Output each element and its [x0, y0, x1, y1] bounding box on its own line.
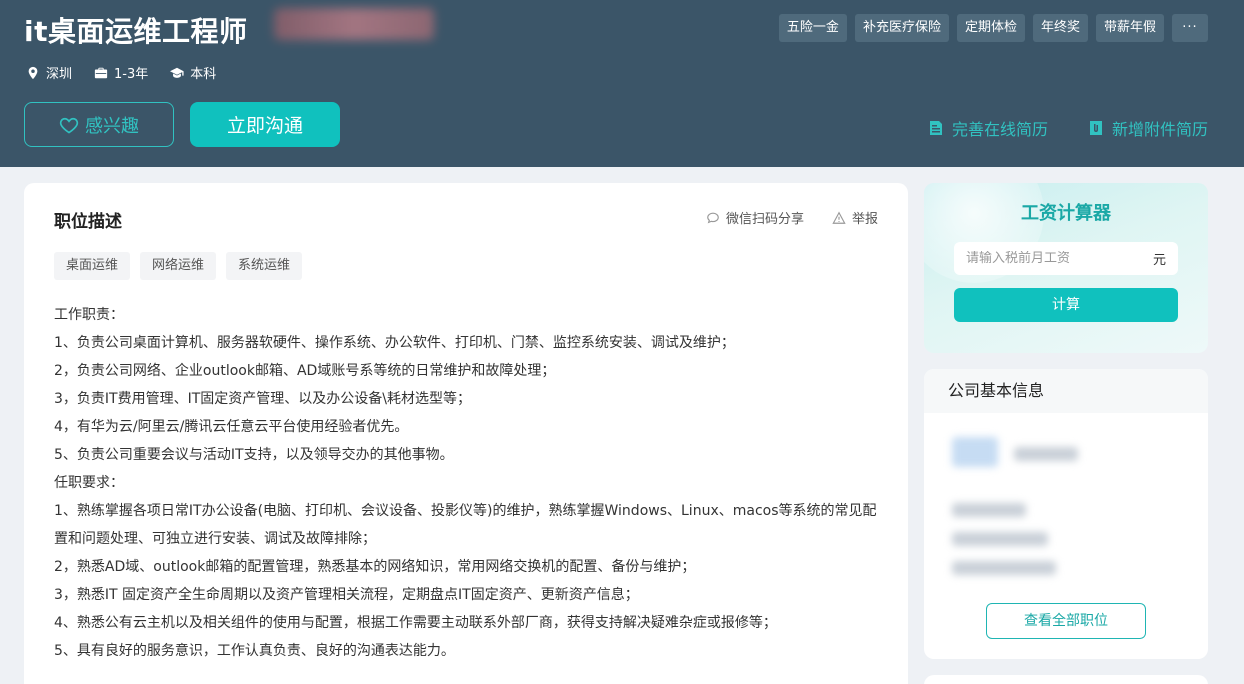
calculator-title: 工资计算器 — [1021, 203, 1111, 224]
chat-now-button[interactable]: 立即沟通 — [190, 102, 340, 147]
section-title: 职位描述 — [54, 212, 122, 232]
job-description-text: 工作职责： 1、负责公司桌面计算机、服务器软硬件、操作系统、办公软件、打印机、门… — [54, 301, 884, 665]
wechat-share-button[interactable]: 微信扫码分享 — [706, 208, 804, 227]
experience-text: 1-3年 — [114, 67, 149, 82]
complete-resume-link[interactable]: 完善在线简历 — [928, 116, 1048, 140]
meta-education: 本科 — [170, 63, 216, 82]
next-card — [924, 675, 1208, 684]
company-detail-redacted — [952, 503, 1026, 517]
meta-experience: 1-3年 — [94, 63, 148, 82]
interest-button[interactable]: 感兴趣 — [24, 102, 174, 147]
briefcase-icon — [94, 67, 108, 78]
location-text: 深圳 — [46, 67, 73, 82]
graduation-cap-icon — [170, 67, 184, 78]
heart-icon — [59, 117, 79, 133]
benefit-tag: 五险一金 — [778, 14, 847, 42]
add-attachment-link[interactable]: 新增附件简历 — [1088, 116, 1208, 140]
education-text: 本科 — [190, 67, 217, 82]
description-line: 1、负责公司桌面计算机、服务器软硬件、操作系统、办公软件、打印机、门禁、监控系统… — [54, 335, 735, 351]
company-logo-redacted — [952, 437, 998, 467]
salary-input-wrapper: 元 — [954, 242, 1178, 275]
benefit-tag: 定期体检 — [956, 14, 1025, 42]
report-label: 举报 — [851, 212, 878, 227]
more-benefits-button[interactable]: ··· — [1172, 14, 1208, 42]
job-meta: 深圳 1-3年 本科 — [26, 63, 216, 82]
company-info-card: 公司基本信息 查看全部职位 — [924, 369, 1208, 659]
skill-tag[interactable]: 桌面运维 — [54, 252, 131, 280]
description-line: 5、具有良好的服务意识，工作认真负责、良好的沟通表达能力。 — [54, 643, 455, 659]
warning-icon — [832, 211, 846, 224]
description-line: 2，负责公司网络、企业outlook邮箱、AD域账号系等统的日常维护和故障处理； — [54, 363, 556, 379]
description-line: 1、熟练掌握各项日常IT办公设备(电脑、打印机、会议设备、投影仪等)的维护，熟练… — [54, 503, 877, 547]
add-attachment-label: 新增附件简历 — [1111, 120, 1208, 139]
benefit-tag: 补充医疗保险 — [854, 14, 949, 42]
skill-tag[interactable]: 系统运维 — [226, 252, 303, 280]
location-pin-icon — [28, 66, 38, 79]
salary-input[interactable] — [966, 251, 1136, 266]
chat-bubble-icon — [707, 212, 719, 223]
attachment-icon — [1089, 121, 1102, 135]
description-line: 3，熟悉IT 固定资产全生命周期以及资产管理相关流程，定期盘点IT固定资产、更新… — [54, 587, 639, 603]
description-line: 3，负责IT费用管理、IT固定资产管理、以及办公设备\耗材选型等； — [54, 391, 471, 407]
benefit-tag: 带薪年假 — [1095, 14, 1164, 42]
meta-location: 深圳 — [26, 63, 72, 82]
salary-redacted — [274, 8, 434, 40]
skill-tag[interactable]: 网络运维 — [140, 252, 217, 280]
benefit-tag: 年终奖 — [1032, 14, 1088, 42]
company-detail-redacted — [952, 561, 1056, 575]
company-detail-redacted — [952, 532, 1048, 546]
description-line: 4、熟悉公有云主机以及相关组件的使用与配置，根据工作需要主动联系外部厂商，获得支… — [54, 615, 777, 631]
description-line: 工作职责： — [54, 307, 124, 323]
benefit-tags: 五险一金 补充医疗保险 定期体检 年终奖 带薪年假 ··· — [778, 14, 1208, 42]
job-header: it桌面运维工程师 深圳 1-3年 本科 五险一金 补充医疗保险 定期体检 年终… — [0, 0, 1244, 167]
view-all-jobs-button[interactable]: 查看全部职位 — [986, 603, 1146, 639]
job-description-card: 职位描述 微信扫码分享 举报 桌面运维 网络运维 系统运维 工作职责： 1、负责… — [24, 183, 908, 684]
description-line: 5、负责公司重要会议与活动IT支持，以及领导交办的其他事物。 — [54, 447, 454, 463]
salary-calculator-card: 工资计算器 元 计算 — [924, 183, 1208, 353]
complete-resume-label: 完善在线简历 — [951, 120, 1048, 139]
description-line: 2，熟悉AD域、outlook邮箱的配置管理，熟悉基本的网络知识，常用网络交换机… — [54, 559, 696, 575]
report-button[interactable]: 举报 — [832, 208, 878, 227]
job-actions: 微信扫码分享 举报 — [706, 208, 878, 227]
skill-tags: 桌面运维 网络运维 系统运维 — [54, 252, 303, 280]
resume-icon — [929, 121, 942, 135]
job-title: it桌面运维工程师 — [24, 15, 248, 48]
company-section-title: 公司基本信息 — [924, 369, 1208, 413]
share-label: 微信扫码分享 — [725, 212, 804, 227]
resume-links: 完善在线简历 新增附件简历 — [928, 116, 1208, 140]
calculate-button[interactable]: 计算 — [954, 288, 1178, 322]
currency-unit: 元 — [1152, 253, 1166, 268]
company-name-redacted — [1014, 447, 1078, 461]
description-line: 4，有华为云/阿里云/腾讯云任意云平台使用经验者优先。 — [54, 419, 409, 435]
description-line: 任职要求： — [54, 475, 124, 491]
interest-label: 感兴趣 — [85, 115, 139, 137]
